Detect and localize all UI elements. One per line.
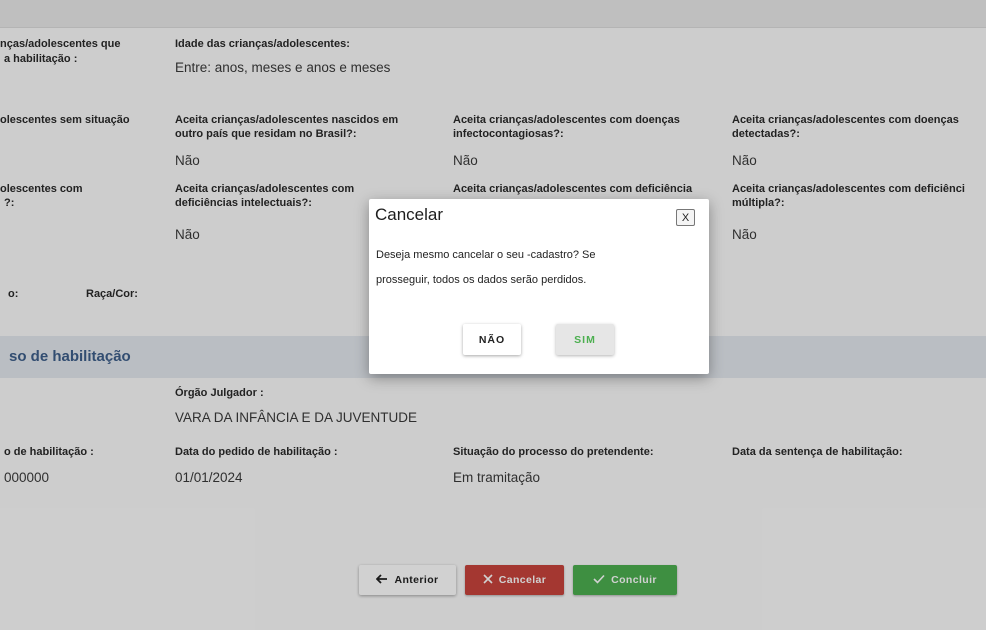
dialog-yes-button[interactable]: SIM xyxy=(556,324,614,355)
dialog-title: Cancelar xyxy=(375,205,444,224)
cancel-dialog: Cancelar X Deseja mesmo cancelar o seu -… xyxy=(369,199,709,374)
dialog-close-button[interactable]: X xyxy=(676,209,695,226)
dialog-message-line1: Deseja mesmo cancelar o seu -cadastro? S… xyxy=(376,249,596,261)
dialog-message-line2: prosseguir, todos os dados serão perdido… xyxy=(376,274,587,286)
dialog-no-button[interactable]: NÃO xyxy=(463,324,521,355)
